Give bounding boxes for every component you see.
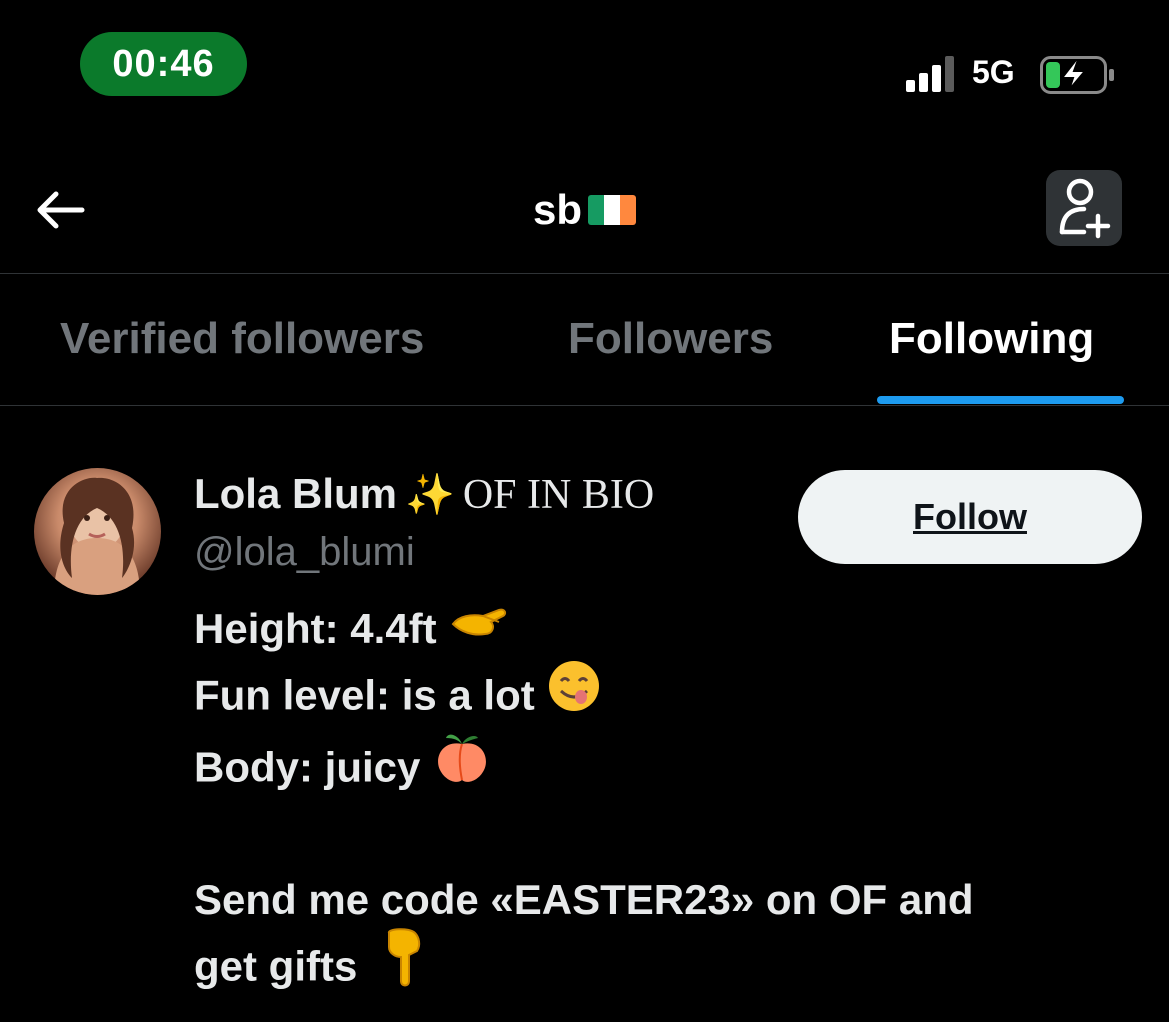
bio-text: Send me code «EASTER23» on OF and	[194, 875, 974, 923]
bio-text: Fun level: is a lot	[194, 671, 535, 719]
tab-followers[interactable]: Followers	[568, 314, 773, 364]
profile-header: sb	[0, 150, 1169, 274]
follow-button[interactable]: Follow	[798, 470, 1142, 564]
status-bar: 00:46 5G	[0, 0, 1169, 110]
pointing-down-icon	[381, 927, 425, 1004]
bio-text: Body: juicy	[194, 743, 421, 791]
battery-charging-icon	[1040, 56, 1114, 94]
add-user-icon	[1059, 178, 1111, 239]
network-type: 5G	[972, 54, 1015, 90]
display-name[interactable]: Lola Blum ✨ OF IN BIO	[194, 470, 654, 519]
pinching-hand-icon	[449, 597, 509, 659]
bio-line-height: Height: 4.4ft	[194, 598, 1114, 663]
sparkles-icon: ✨	[405, 472, 455, 518]
bio-text: Height: 4.4ft	[194, 605, 437, 652]
tab-bar: Verified followers Followers Following	[0, 274, 1169, 406]
user-bio: Height: 4.4ft Fun level: is a lot Body: …	[194, 598, 1114, 1008]
tab-following[interactable]: Following	[889, 314, 1094, 364]
avatar[interactable]	[34, 468, 161, 595]
display-name-text: Lola Blum	[194, 470, 398, 517]
bio-line-gifts: get gifts	[194, 928, 1114, 1008]
peach-icon	[432, 730, 492, 803]
bio-line-code: Send me code «EASTER23» on OF and	[194, 869, 1114, 931]
display-name-suffix: OF IN BIO	[462, 472, 655, 518]
bio-text: get gifts	[194, 942, 358, 990]
face-savoring-food-icon	[547, 659, 601, 730]
add-user-button[interactable]	[1046, 170, 1122, 246]
page-title: sb	[0, 186, 1169, 234]
tab-verified-followers[interactable]: Verified followers	[60, 314, 424, 364]
status-time: 00:46	[80, 32, 247, 96]
active-tab-indicator	[877, 396, 1124, 404]
user-handle: @lola_blumi	[194, 530, 415, 574]
irish-flag-icon	[588, 194, 636, 225]
bio-blank-line	[194, 807, 1114, 869]
avatar-image	[54, 477, 140, 595]
title-text: sb	[532, 186, 582, 233]
signal-strength-icon	[906, 56, 954, 92]
bio-line-fun-level: Fun level: is a lot	[194, 660, 1114, 734]
bio-line-body: Body: juicy	[194, 734, 1114, 807]
list-item[interactable]: Lola Blum ✨ OF IN BIO @lola_blumi Follow H…	[0, 406, 1169, 1022]
